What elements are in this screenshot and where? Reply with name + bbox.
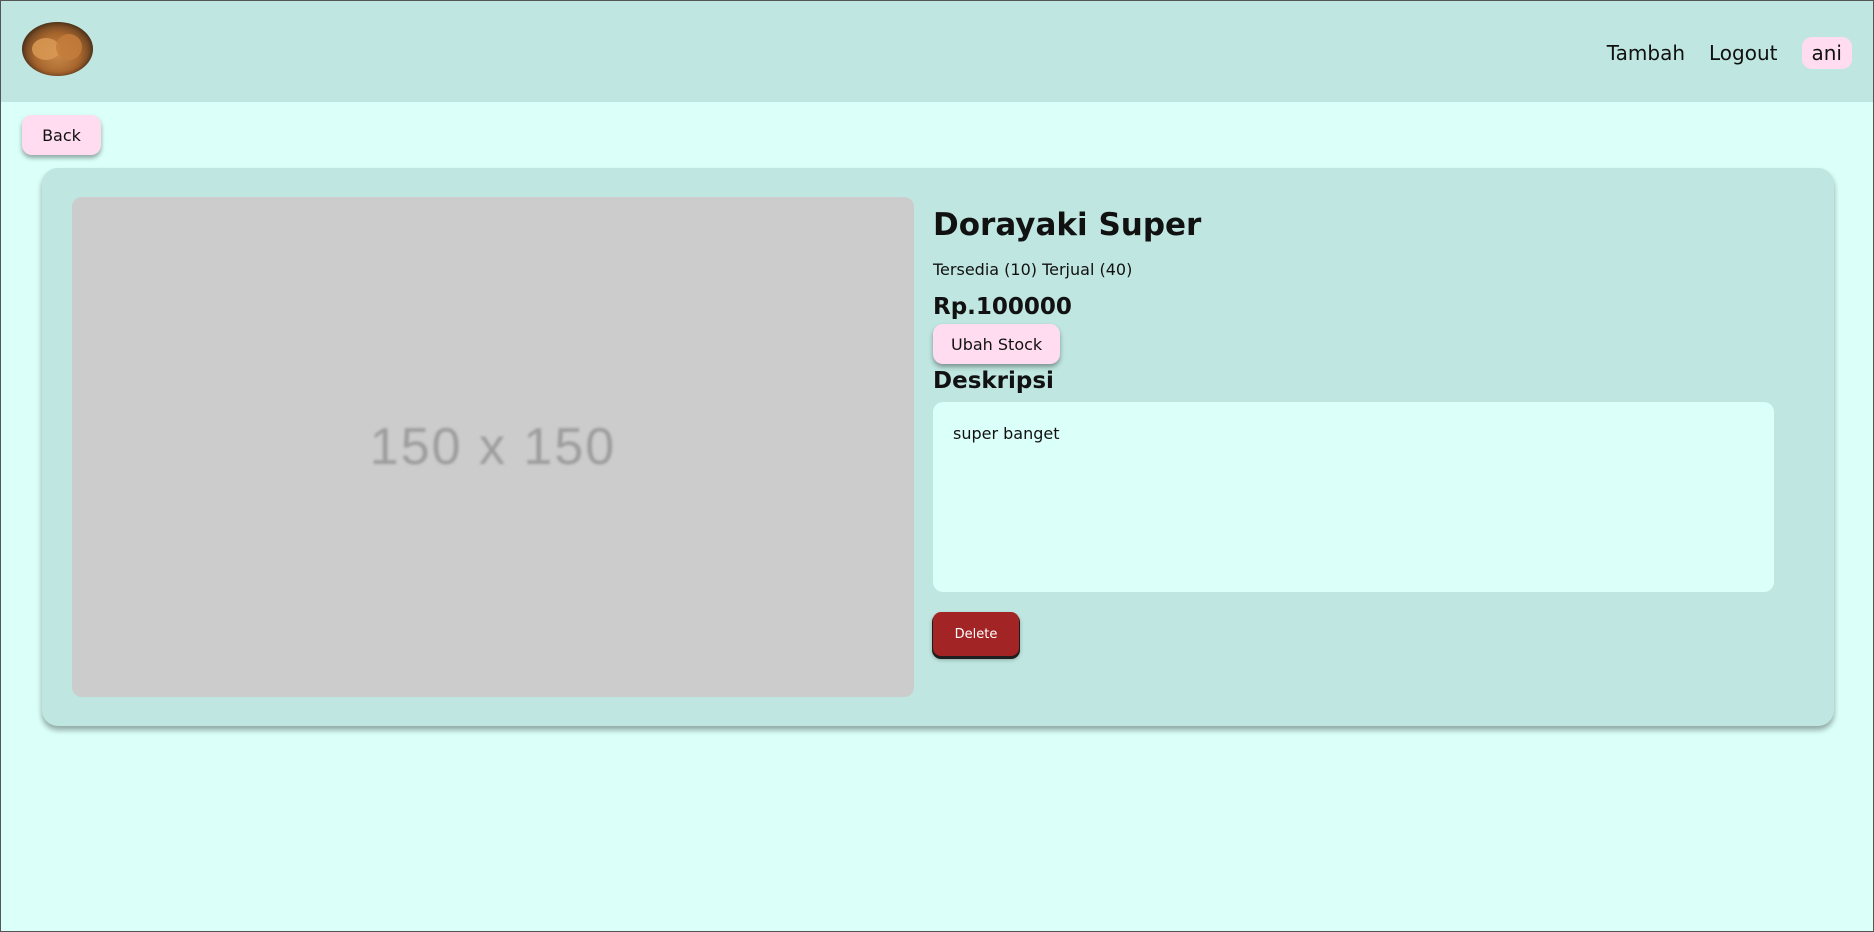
- product-title: Dorayaki Super: [933, 207, 1202, 243]
- dorayaki-logo-icon[interactable]: [22, 22, 93, 76]
- change-stock-button[interactable]: Ubah Stock: [933, 324, 1061, 365]
- user-badge[interactable]: ani: [1801, 37, 1852, 69]
- navbar: Tambah Logout ani: [1, 1, 1873, 102]
- back-button[interactable]: Back: [22, 115, 101, 155]
- nav-link-logout[interactable]: Logout: [1709, 41, 1777, 65]
- nav-link-tambah[interactable]: Tambah: [1607, 41, 1685, 65]
- delete-button[interactable]: Delete: [933, 612, 1019, 657]
- product-price: Rp.100000: [933, 294, 1072, 321]
- image-placeholder-text: 150 x 150: [369, 418, 617, 476]
- product-info: Dorayaki Super Tersedia (10) Terjual (40…: [933, 207, 1775, 657]
- description-heading: Deskripsi: [933, 368, 1054, 395]
- description-box: super banget: [933, 402, 1774, 593]
- product-image: 150 x 150: [72, 197, 914, 697]
- product-card: 150 x 150 Dorayaki Super Tersedia (10) T…: [42, 168, 1834, 726]
- stock-info: Tersedia (10) Terjual (40): [933, 260, 1133, 280]
- nav-links: Tambah Logout ani: [1607, 35, 1852, 71]
